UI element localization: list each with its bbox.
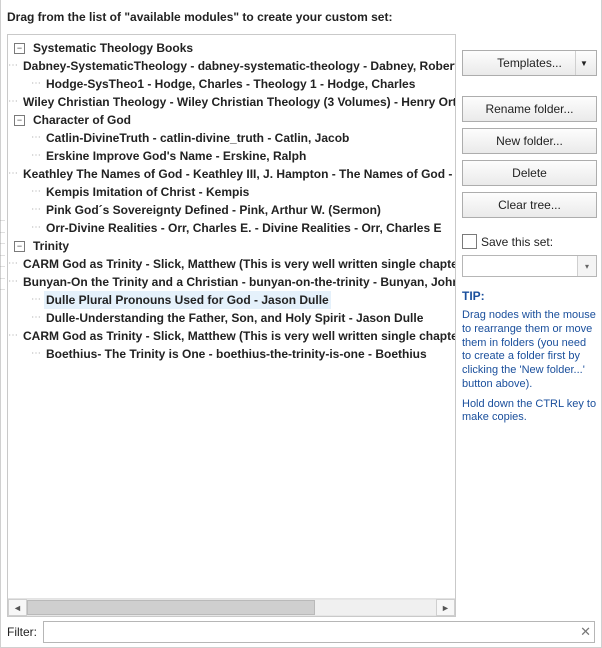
tree-group-label[interactable]: Character of God: [31, 111, 133, 129]
new-folder-label: New folder...: [496, 134, 563, 148]
tree-leaf-icon: ⋯: [31, 291, 40, 309]
rename-folder-button[interactable]: Rename folder...: [462, 96, 597, 122]
rename-folder-label: Rename folder...: [485, 102, 573, 116]
scroll-left-icon[interactable]: ◄: [8, 599, 27, 616]
tree-leaf-icon: ⋯: [8, 273, 17, 291]
tree-leaf-icon: ⋯: [31, 219, 40, 237]
tree-item[interactable]: Orr-Divine Realities - Orr, Charles E. -…: [44, 219, 443, 237]
tree-item[interactable]: Dulle-Understanding the Father, Son, and…: [44, 309, 425, 327]
tree-leaf-icon: ⋯: [8, 327, 17, 345]
scroll-right-icon[interactable]: ►: [436, 599, 455, 616]
tree-item[interactable]: Dabney-SystematicTheology - dabney-syste…: [21, 57, 455, 75]
tree-item[interactable]: CARM God as Trinity - Slick, Matthew (Th…: [21, 255, 455, 273]
tree-leaf-icon: ⋯: [31, 345, 40, 363]
module-tree-panel: Systematic Theology Books⋯Dabney-Systema…: [7, 34, 456, 617]
tree-toggle-icon[interactable]: [14, 241, 25, 252]
new-folder-button[interactable]: New folder...: [462, 128, 597, 154]
tree-item[interactable]: Erskine Improve God's Name - Erskine, Ra…: [44, 147, 308, 165]
instruction-text: Drag from the list of "available modules…: [1, 0, 601, 30]
tip-heading: TIP:: [462, 289, 597, 303]
filter-label: Filter:: [7, 625, 37, 639]
dropdown-icon[interactable]: ▼: [575, 51, 592, 75]
tree-toggle-icon[interactable]: [14, 43, 25, 54]
tree-item[interactable]: Kempis Imitation of Christ - Kempis: [44, 183, 251, 201]
tree-item[interactable]: Hodge-SysTheo1 - Hodge, Charles - Theolo…: [44, 75, 417, 93]
tree-item[interactable]: Dulle Plural Pronouns Used for God - Jas…: [44, 291, 331, 309]
save-set-checkbox[interactable]: [462, 234, 477, 249]
templates-button-label: Templates...: [497, 56, 562, 70]
tree-leaf-icon: ⋯: [31, 183, 40, 201]
tip-text-2: Hold down the CTRL key to make copies.: [462, 398, 597, 426]
tree-item[interactable]: Boethius- The Trinity is One - boethius-…: [44, 345, 429, 363]
side-panel: Templates... ▼ Rename folder... New fold…: [456, 30, 601, 617]
tree-horizontal-scrollbar[interactable]: ◄ ►: [8, 598, 455, 616]
clear-tree-button[interactable]: Clear tree...: [462, 192, 597, 218]
tree-item[interactable]: CARM God as Trinity - Slick, Matthew (Th…: [21, 327, 455, 345]
tree-group-label[interactable]: Trinity: [31, 237, 71, 255]
tree-group-label[interactable]: Systematic Theology Books: [31, 39, 195, 57]
tree-leaf-icon: ⋯: [31, 309, 40, 327]
save-set-combo[interactable]: ▾: [462, 255, 597, 277]
tree-toggle-icon[interactable]: [14, 115, 25, 126]
tree-item[interactable]: Wiley Christian Theology - Wiley Christi…: [21, 93, 455, 111]
scroll-thumb[interactable]: [27, 600, 315, 615]
tree-leaf-icon: ⋯: [31, 201, 40, 219]
tree-leaf-icon: ⋯: [8, 57, 17, 75]
tree-leaf-icon: ⋯: [8, 93, 17, 111]
tree-leaf-icon: ⋯: [8, 165, 17, 183]
delete-button[interactable]: Delete: [462, 160, 597, 186]
delete-label: Delete: [512, 166, 547, 180]
tree-item[interactable]: Pink God´s Sovereignty Defined - Pink, A…: [44, 201, 383, 219]
tree-item[interactable]: Keathley The Names of God - Keathley III…: [21, 165, 455, 183]
chevron-down-icon[interactable]: ▾: [577, 256, 596, 276]
tip-text-1: Drag nodes with the mouse to rearrange t…: [462, 309, 597, 392]
resize-grip-icon[interactable]: [0, 220, 5, 290]
tree-item[interactable]: Bunyan-On the Trinity and a Christian - …: [21, 273, 455, 291]
tree-leaf-icon: ⋯: [8, 255, 17, 273]
scroll-track[interactable]: [27, 599, 436, 616]
tree-item[interactable]: Catlin-DivineTruth - catlin-divine_truth…: [44, 129, 351, 147]
clear-tree-label: Clear tree...: [498, 198, 561, 212]
module-tree[interactable]: Systematic Theology Books⋯Dabney-Systema…: [8, 35, 455, 367]
tree-leaf-icon: ⋯: [31, 147, 40, 165]
tree-leaf-icon: ⋯: [31, 129, 40, 147]
tree-leaf-icon: ⋯: [31, 75, 40, 93]
templates-button[interactable]: Templates... ▼: [462, 50, 597, 76]
save-set-label: Save this set:: [481, 235, 553, 249]
filter-input[interactable]: ✕: [43, 621, 595, 643]
clear-filter-icon[interactable]: ✕: [580, 624, 591, 640]
